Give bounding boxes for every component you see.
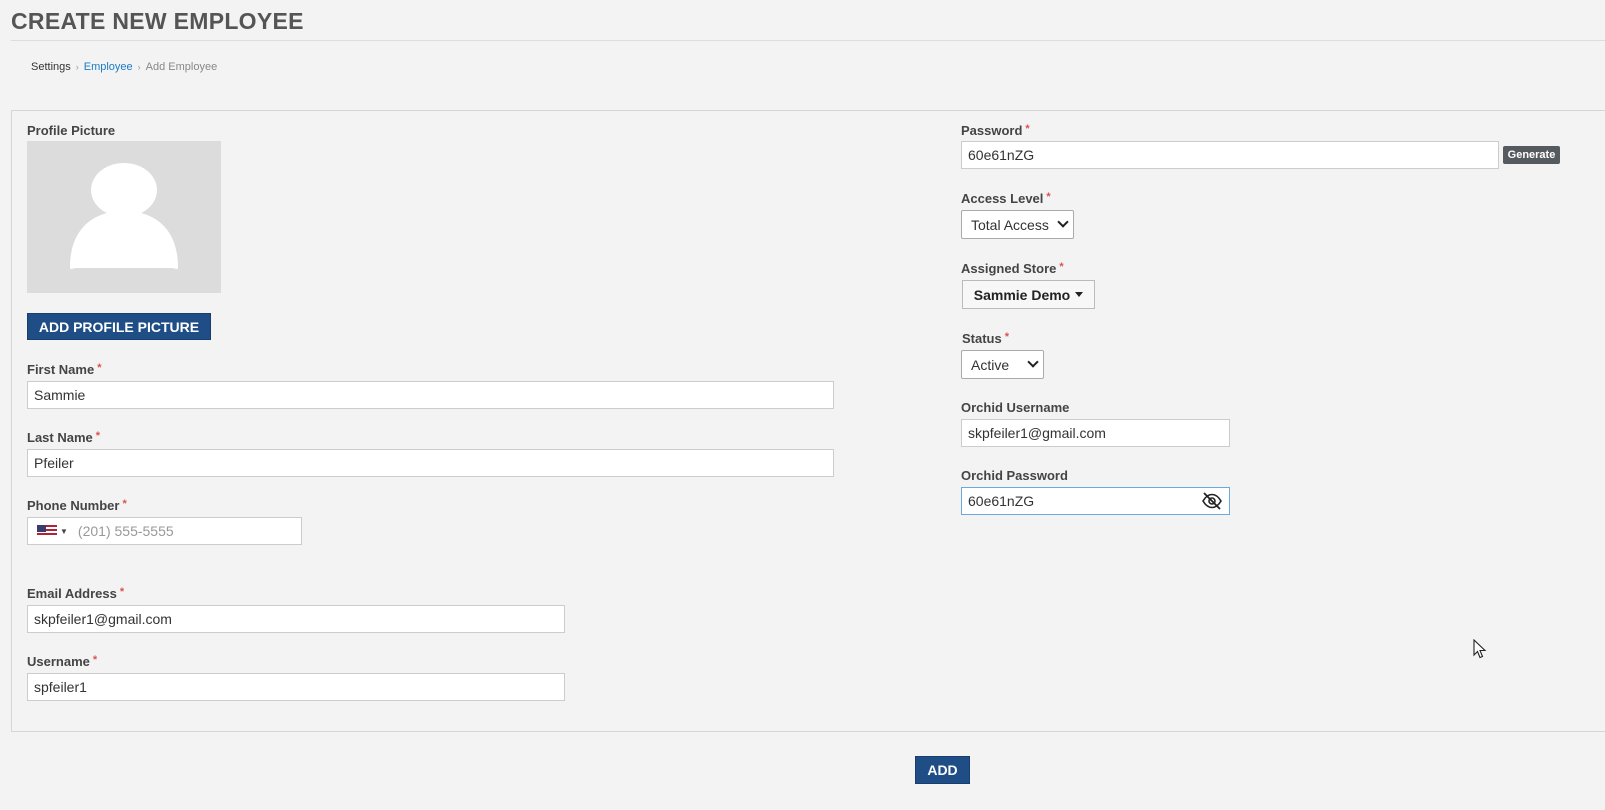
last-name-field[interactable] [27,449,834,477]
access-level-value: Total Access [971,216,1049,233]
chevron-down-icon [1027,356,1039,368]
profile-picture-label: Profile Picture [27,123,115,138]
required-marker: * [1059,261,1064,273]
status-label-text: Status [962,331,1002,346]
breadcrumb-separator-icon: › [75,62,79,72]
password-label: Password * [961,123,1030,138]
assigned-store-dropdown[interactable]: Sammie Demo [962,280,1095,309]
orchid-password-label: Orchid Password [961,468,1068,483]
orchid-username-label-text: Orchid Username [961,400,1070,415]
assigned-store-label-text: Assigned Store [961,261,1057,276]
access-level-label: Access Level * [961,191,1051,206]
required-marker: * [1046,191,1051,203]
username-label-text: Username [27,654,90,669]
orchid-username-field[interactable] [961,419,1230,447]
email-field[interactable] [27,605,565,633]
employee-form-panel [11,110,1605,732]
caret-down-icon [1075,292,1084,297]
required-marker: * [95,430,101,442]
required-marker: * [1025,123,1030,135]
required-marker: * [119,586,125,598]
last-name-label: Last Name * [27,430,100,445]
generate-password-button[interactable]: Generate [1503,146,1560,164]
add-button[interactable]: ADD [915,756,970,784]
required-marker: * [1004,331,1010,343]
access-level-label-text: Access Level [961,191,1044,206]
mouse-pointer-icon [1473,638,1487,664]
required-marker: * [92,654,98,666]
username-label: Username * [27,654,97,669]
required-marker: * [122,498,127,510]
status-value: Active [971,356,1010,373]
phone-number-label-text: Phone Number [27,498,120,513]
first-name-label: First Name * [27,362,101,377]
phone-number-field: ▼ [27,517,302,545]
orchid-username-label: Orchid Username [961,400,1069,415]
orchid-password-field[interactable] [961,487,1230,515]
breadcrumb-settings[interactable]: Settings [31,61,71,73]
assigned-store-label: Assigned Store * [961,261,1064,276]
user-silhouette-icon [70,163,178,270]
orchid-password-label-text: Orchid Password [961,468,1068,483]
title-divider [11,40,1605,41]
last-name-label-text: Last Name [27,430,93,445]
phone-number-input[interactable] [75,518,301,544]
breadcrumb: Settings › Employee › Add Employee [31,61,217,73]
status-select[interactable]: Active [961,350,1044,379]
required-marker: * [97,362,102,374]
us-flag-icon[interactable] [37,525,57,537]
status-label: Status * [962,331,1009,346]
access-level-select[interactable]: Total Access [961,210,1074,239]
first-name-field[interactable] [27,381,834,409]
first-name-label-text: First Name [27,362,95,377]
email-address-label: Email Address * [27,586,124,601]
eye-slash-icon[interactable] [1201,491,1223,511]
page-title: CREATE NEW EMPLOYEE [11,8,304,34]
chevron-down-icon [1057,216,1069,228]
phone-number-label: Phone Number * [27,498,127,513]
breadcrumb-add-employee: Add Employee [145,61,218,73]
username-field[interactable] [27,673,565,701]
add-profile-picture-button[interactable]: ADD PROFILE PICTURE [27,313,211,340]
assigned-store-value: Sammie Demo [973,286,1071,303]
avatar-placeholder [27,141,221,293]
password-label-text: Password [961,123,1023,138]
breadcrumb-employee[interactable]: Employee [84,61,133,73]
profile-picture-label-text: Profile Picture [27,123,116,138]
chevron-down-icon[interactable]: ▼ [60,527,68,536]
email-address-label-text: Email Address [27,586,117,601]
password-field[interactable] [961,141,1499,169]
breadcrumb-separator-icon: › [137,62,141,72]
